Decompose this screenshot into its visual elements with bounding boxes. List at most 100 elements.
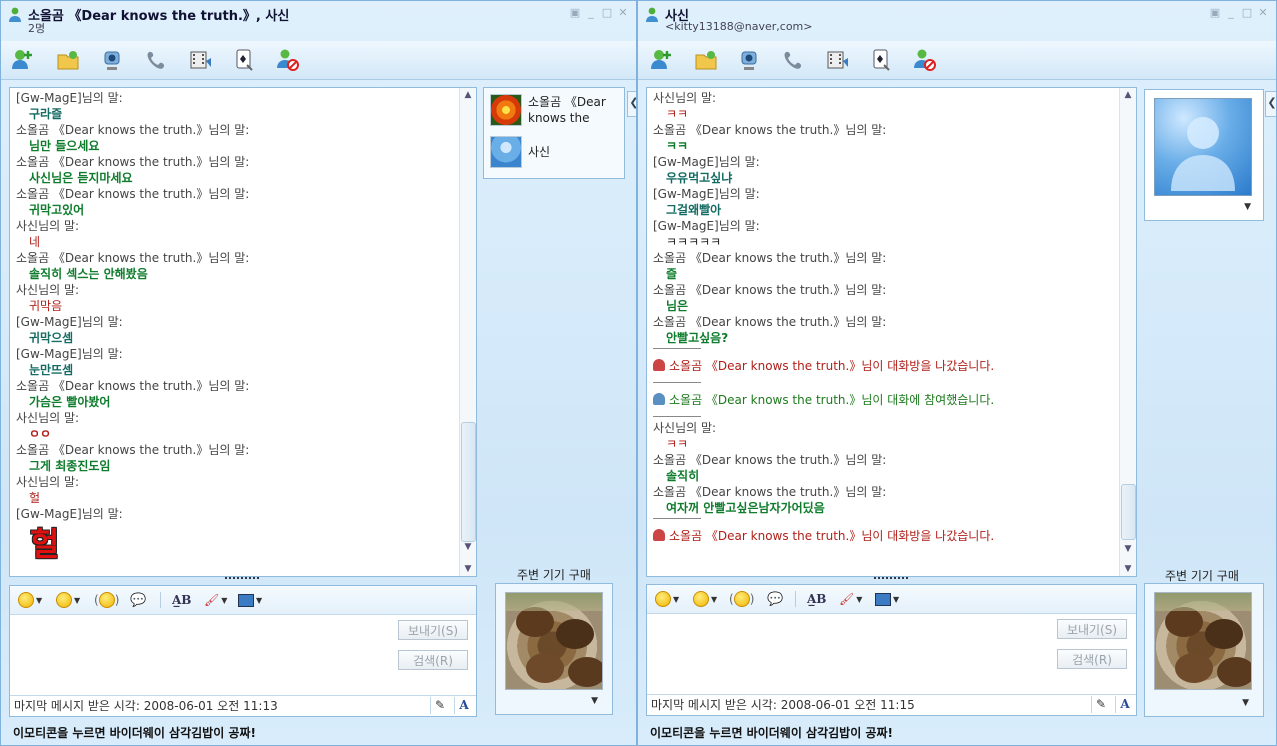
flash-emoticon-icon bbox=[733, 591, 750, 607]
video-icon[interactable] bbox=[824, 47, 850, 73]
scroll-down-icon[interactable]: ▼ bbox=[460, 540, 476, 554]
dropdown-icon[interactable]: ▼ bbox=[1244, 202, 1251, 212]
font-button[interactable]: A bbox=[454, 697, 473, 714]
webcam-icon[interactable] bbox=[736, 47, 762, 73]
block-icon[interactable] bbox=[275, 47, 301, 73]
message-text: 우유먹고싶냐 bbox=[666, 171, 733, 185]
bottom-ad-text[interactable]: 이모티콘을 누르면 바이더웨이 삼각김밥이 공짜! bbox=[13, 724, 256, 741]
product-photo[interactable] bbox=[1154, 592, 1252, 690]
nudge-button[interactable]: 💬 bbox=[767, 590, 783, 608]
pane-splitter[interactable] bbox=[874, 577, 908, 583]
webcam-icon[interactable] bbox=[99, 47, 125, 73]
scroll-up-icon[interactable]: ▲ bbox=[1120, 88, 1136, 102]
send-file-icon[interactable] bbox=[55, 47, 81, 73]
font-button[interactable]: A bbox=[1115, 696, 1134, 713]
scroll-thumb[interactable] bbox=[461, 422, 476, 542]
game-icon[interactable] bbox=[868, 47, 894, 73]
share-button[interactable]: ▼ bbox=[238, 591, 262, 609]
participant-count: 2명 bbox=[28, 22, 46, 35]
collapse-panel-icon[interactable]: ❮ bbox=[1265, 91, 1276, 117]
background-button[interactable]: 🖌 ▼ bbox=[204, 591, 227, 609]
search-button[interactable]: 검색(R) bbox=[398, 650, 468, 670]
invite-icon[interactable] bbox=[648, 47, 674, 73]
nudge-button[interactable]: 💬 bbox=[130, 591, 146, 609]
message-text: 네 bbox=[29, 235, 41, 249]
background-button[interactable]: 🖌 ▼ bbox=[839, 590, 862, 608]
contact-email: <kitty13188@naver,com> bbox=[665, 20, 813, 33]
pane-splitter[interactable] bbox=[225, 577, 259, 583]
flash-emoticon-button[interactable]: () bbox=[94, 591, 119, 609]
title-bar[interactable]: 소올곰 《Dear knows the truth.》, 사신 2명 ▣ _ □… bbox=[1, 1, 636, 41]
notice-text: 소올곰 《Dear knows the truth.》님이 대화방을 나갔습니다… bbox=[669, 529, 995, 543]
message-divider bbox=[653, 346, 1114, 352]
voice-call-icon[interactable] bbox=[780, 47, 806, 73]
chat-history[interactable]: 사신님의 말: ㅋㅋ 소올곰 《Dear knows the truth.》님의 말… bbox=[646, 87, 1137, 577]
scroll-down-icon[interactable]: ▼ bbox=[1120, 542, 1136, 556]
search-button[interactable]: 검색(R) bbox=[1057, 649, 1127, 669]
buddy-avatar-icon[interactable] bbox=[1154, 98, 1252, 196]
game-icon[interactable] bbox=[231, 47, 257, 73]
participant-item[interactable]: 사신 bbox=[490, 136, 614, 168]
toolbar bbox=[1, 41, 636, 80]
participant-item[interactable]: 소올곰 《Dear knows the bbox=[490, 94, 614, 126]
scrollbar[interactable]: ▲ ▼ ▼ bbox=[1119, 88, 1136, 576]
scroll-end-icon[interactable]: ▼ bbox=[460, 562, 476, 576]
market-label: 주변 기기 구매 bbox=[1165, 569, 1239, 583]
pen-icon[interactable]: ✎ bbox=[1091, 696, 1110, 713]
smiley-icon bbox=[655, 591, 671, 607]
status-bar: 마지막 메시지 받은 시각: 2008-06-01 오전 11:15 ✎ A bbox=[647, 694, 1136, 715]
send-button[interactable]: 보내기(S) bbox=[398, 620, 468, 640]
message-sender: 소올곰 《Dear knows the truth.》님의 말: bbox=[653, 453, 887, 467]
flower-avatar-icon bbox=[490, 94, 522, 126]
spellcheck-button[interactable]: A̲B bbox=[807, 590, 826, 608]
pin-icon[interactable]: ▣ bbox=[568, 7, 582, 19]
message-sender: 사신님의 말: bbox=[653, 421, 717, 435]
collapse-panel-icon[interactable]: ❮ bbox=[627, 91, 636, 117]
scroll-up-icon[interactable]: ▲ bbox=[460, 88, 476, 102]
maximize-icon[interactable]: □ bbox=[1240, 7, 1254, 19]
pen-icon[interactable]: ✎ bbox=[430, 697, 449, 714]
message-editor[interactable]: ▼ ▼ () 💬 A̲B 🖌 ▼ ▼ 보내기(S) 검색(R) 마지막 메시지 받… bbox=[9, 585, 477, 717]
notice-text: 소올곰 《Dear knows the truth.》님이 대화방을 나갔습니다… bbox=[669, 359, 995, 373]
invite-icon[interactable] bbox=[9, 47, 35, 73]
pin-icon[interactable]: ▣ bbox=[1208, 7, 1222, 19]
spellcheck-button[interactable]: A̲B bbox=[172, 591, 191, 609]
send-file-icon[interactable] bbox=[693, 47, 719, 73]
scroll-thumb[interactable] bbox=[1121, 484, 1136, 540]
emoticon-button[interactable]: ▼ bbox=[655, 590, 679, 608]
title-bar[interactable]: 사신 <kitty13188@naver,com> ▣ _ □ ✕ bbox=[638, 1, 1276, 41]
message-text: 안빨고싶음? bbox=[666, 331, 729, 345]
message-text: 사신님은 듣지마세요 bbox=[29, 171, 133, 185]
minimize-icon[interactable]: _ bbox=[584, 7, 598, 19]
animated-emoticon-button[interactable]: ▼ bbox=[693, 590, 717, 608]
last-message-time: 마지막 메시지 받은 시각: 2008-06-01 오전 11:13 bbox=[14, 699, 278, 713]
share-button[interactable]: ▼ bbox=[875, 590, 899, 608]
message-emoticon: 헐 bbox=[16, 522, 454, 568]
product-photo[interactable] bbox=[505, 592, 603, 690]
market-ad[interactable]: ▼ bbox=[1144, 583, 1264, 717]
market-ad[interactable]: ▼ bbox=[495, 583, 613, 715]
message-list: [Gw-MagE]님의 말: 구라즐 소올곰 《Dear knows the tru… bbox=[16, 90, 454, 568]
close-icon[interactable]: ✕ bbox=[616, 7, 630, 19]
close-icon[interactable]: ✕ bbox=[1256, 7, 1270, 19]
maximize-icon[interactable]: □ bbox=[600, 7, 614, 19]
message-divider bbox=[653, 414, 1114, 420]
minimize-icon[interactable]: _ bbox=[1224, 7, 1238, 19]
scrollbar[interactable]: ▲ ▼ ▼ bbox=[459, 88, 476, 576]
spellcheck-icon: A̲B bbox=[172, 593, 192, 607]
flash-emoticon-button[interactable]: () bbox=[729, 590, 754, 608]
block-icon[interactable] bbox=[912, 47, 938, 73]
voice-call-icon[interactable] bbox=[143, 47, 169, 73]
video-icon[interactable] bbox=[187, 47, 213, 73]
dropdown-icon[interactable]: ▼ bbox=[1242, 698, 1249, 708]
scroll-end-icon[interactable]: ▼ bbox=[1120, 562, 1136, 576]
bottom-ad-text[interactable]: 이모티콘을 누르면 바이더웨이 삼각김밥이 공짜! bbox=[650, 724, 893, 741]
chat-history[interactable]: [Gw-MagE]님의 말: 구라즐 소올곰 《Dear knows the tru… bbox=[9, 87, 477, 577]
message-editor[interactable]: ▼ ▼ () 💬 A̲B 🖌 ▼ ▼ 보내기(S) 검색(R) 마지막 메시지 받… bbox=[646, 584, 1137, 716]
emoticon-button[interactable]: ▼ bbox=[18, 591, 42, 609]
send-button[interactable]: 보내기(S) bbox=[1057, 619, 1127, 639]
message-text: 헐 bbox=[30, 525, 59, 563]
message-sender: 사신님의 말: bbox=[16, 411, 80, 425]
dropdown-icon[interactable]: ▼ bbox=[591, 696, 598, 706]
animated-emoticon-button[interactable]: ▼ bbox=[56, 591, 80, 609]
